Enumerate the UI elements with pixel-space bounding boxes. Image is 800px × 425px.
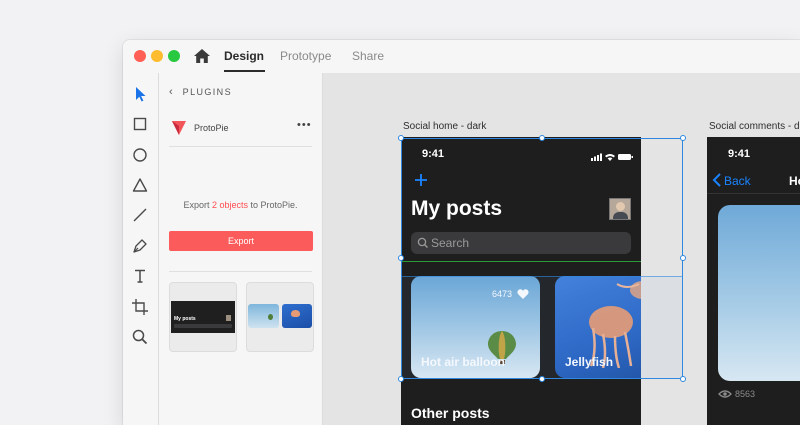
tab-prototype[interactable]: Prototype — [280, 49, 331, 63]
plugins-panel: ‹ PLUGINS ProtoPie ••• Export 2 objects t… — [159, 73, 323, 425]
ellipse-tool-icon[interactable] — [131, 146, 149, 164]
card-title: Jellyfish — [565, 355, 614, 369]
export-button[interactable]: Export — [169, 231, 313, 251]
group-bounds-line — [401, 261, 641, 262]
triangle-tool-icon[interactable] — [131, 176, 149, 194]
heart-icon[interactable] — [517, 288, 529, 300]
status-time: 9:41 — [422, 148, 445, 160]
resize-handle-top[interactable] — [539, 135, 545, 141]
view-count: 8563 — [735, 389, 756, 399]
selection-thumbnail-2[interactable] — [246, 282, 314, 352]
resize-handle-right[interactable] — [680, 255, 686, 261]
artboard-label-social-home[interactable]: Social home - dark — [403, 121, 486, 132]
status-icons — [591, 149, 635, 167]
divider — [169, 146, 312, 147]
rectangle-tool-icon[interactable] — [131, 115, 149, 133]
search-bar[interactable]: Search — [411, 232, 631, 254]
active-tab-indicator — [224, 70, 265, 72]
search-placeholder: Search — [431, 236, 470, 250]
avatar[interactable] — [609, 198, 631, 220]
export-object-count: 2 objects — [211, 200, 248, 210]
tab-share[interactable]: Share — [352, 49, 384, 63]
resize-handle-top-left[interactable] — [398, 135, 404, 141]
thumbnail-jellyfish-card — [282, 304, 312, 328]
thumbnail-search — [174, 324, 232, 328]
page-title: My posts — [411, 197, 503, 220]
thumbnail-preview: My posts — [171, 301, 235, 333]
zoom-tool-icon[interactable] — [131, 328, 149, 346]
resize-handle-bottom-right[interactable] — [680, 376, 686, 382]
panel-header[interactable]: ‹ PLUGINS — [169, 86, 232, 98]
export-description: Export 2 objects to ProtoPie. — [159, 200, 322, 210]
text-tool-icon[interactable] — [131, 267, 149, 285]
artboard-label-social-comments[interactable]: Social comments - d — [709, 121, 800, 132]
select-tool-icon[interactable] — [131, 85, 149, 103]
line-tool-icon[interactable] — [131, 206, 149, 224]
pen-tool-icon[interactable] — [131, 237, 149, 255]
divider — [169, 271, 312, 272]
home-icon[interactable] — [193, 48, 211, 64]
chevron-left-icon[interactable]: ‹ — [169, 86, 173, 98]
add-post-icon[interactable] — [413, 172, 429, 193]
export-text-suffix: to ProtoPie. — [248, 200, 298, 210]
status-time: 9:41 — [728, 148, 751, 160]
artboard-social-comments-dark[interactable]: 9:41 Back Ho 8563 — [707, 137, 800, 425]
tab-design[interactable]: Design — [224, 49, 264, 63]
eye-icon — [718, 390, 732, 398]
post-image[interactable] — [718, 205, 800, 381]
artboard-social-home-dark[interactable]: 9:41 My posts Search 6473 Hot air balloo… — [401, 137, 641, 425]
more-options-icon[interactable]: ••• — [297, 119, 312, 131]
nav-title: Ho — [789, 174, 800, 188]
resize-handle-left[interactable] — [398, 255, 404, 261]
like-count: 6473 — [492, 289, 513, 299]
plugin-name: ProtoPie — [194, 123, 229, 133]
thumbnail-title: My posts — [174, 316, 196, 322]
tools-toolbar — [123, 73, 159, 425]
section-title: Other posts — [411, 405, 490, 421]
resize-handle-bottom[interactable] — [539, 376, 545, 382]
thumbnail-balloon-card — [248, 304, 279, 328]
chevron-left-icon[interactable] — [712, 173, 722, 187]
post-card-hot-air-balloon[interactable]: 6473 Hot air balloon — [411, 276, 540, 378]
jellyfish-icon — [291, 310, 300, 317]
resize-handle-top-right[interactable] — [680, 135, 686, 141]
export-text-prefix: Export — [183, 200, 212, 210]
avatar-shoulders — [613, 212, 628, 219]
avatar-face — [616, 202, 625, 211]
back-button[interactable]: Back — [724, 174, 751, 188]
close-window-button[interactable] — [134, 50, 146, 62]
maximize-window-button[interactable] — [168, 50, 180, 62]
title-bar: Design Prototype Share — [123, 40, 800, 74]
thumbnail-avatar — [226, 315, 231, 321]
search-icon — [417, 237, 428, 248]
selection-thumbnail-1[interactable]: My posts — [169, 282, 237, 352]
protopie-logo-icon — [171, 120, 187, 136]
balloon-icon — [268, 314, 273, 320]
nav-divider — [707, 193, 800, 194]
resize-handle-bottom-left[interactable] — [398, 376, 404, 382]
post-card-jellyfish[interactable]: Jellyfish — [555, 276, 641, 378]
artboard-tool-icon[interactable] — [131, 298, 149, 316]
card-title: Hot air balloon — [421, 355, 505, 369]
minimize-window-button[interactable] — [151, 50, 163, 62]
panel-header-label: PLUGINS — [182, 87, 232, 97]
